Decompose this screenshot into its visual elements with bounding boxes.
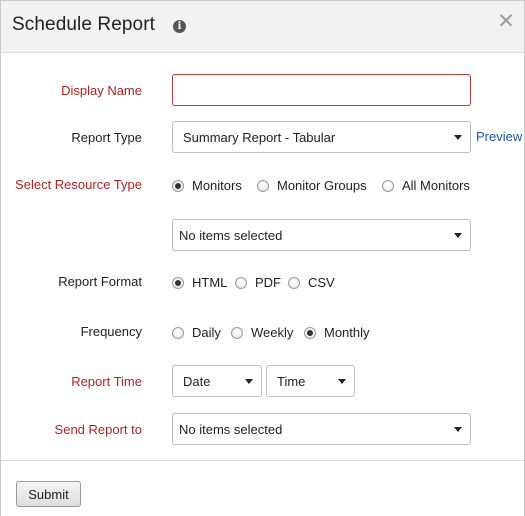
submit-button[interactable]: Submit: [16, 481, 81, 507]
chevron-down-icon: [245, 379, 253, 384]
radio-html-label: HTML: [192, 275, 228, 290]
display-name-input[interactable]: [172, 74, 471, 106]
preview-link[interactable]: Preview: [476, 129, 522, 144]
report-type-value: Summary Report - Tabular: [183, 130, 336, 145]
radio-monitor-groups[interactable]: [257, 180, 269, 192]
dialog-header: Schedule Report i ✕: [1, 1, 524, 53]
radio-monitors-label: Monitors: [192, 178, 242, 193]
resource-type-label: Select Resource Type: [15, 177, 142, 192]
chevron-down-icon: [454, 135, 462, 140]
radio-all-monitors[interactable]: [382, 180, 394, 192]
frequency-label: Frequency: [80, 324, 142, 339]
radio-daily-label: Daily: [192, 325, 221, 340]
report-type-label: Report Type: [71, 130, 142, 145]
radio-weekly-label: Weekly: [251, 325, 294, 340]
resource-select[interactable]: No items selected: [172, 219, 471, 251]
send-report-to-select[interactable]: No items selected: [172, 413, 471, 445]
send-report-to-label: Send Report to: [54, 422, 142, 437]
frequency-radio-group: Daily Weekly Monthly: [172, 325, 392, 345]
report-format-label: Report Format: [58, 274, 142, 289]
radio-pdf-label: PDF: [255, 275, 281, 290]
send-report-to-value: No items selected: [179, 422, 283, 437]
radio-monthly[interactable]: [304, 327, 316, 339]
time-select-value: Time: [277, 374, 306, 389]
date-select[interactable]: Date: [172, 365, 262, 397]
schedule-report-dialog: Schedule Report i ✕ Display Name Report …: [0, 0, 525, 516]
radio-csv-label: CSV: [308, 275, 335, 290]
dialog-footer: Submit: [1, 460, 524, 516]
radio-monitors[interactable]: [172, 180, 184, 192]
close-icon[interactable]: ✕: [497, 11, 515, 33]
report-time-label: Report Time: [71, 374, 142, 389]
radio-daily[interactable]: [172, 327, 184, 339]
radio-html[interactable]: [172, 277, 184, 289]
info-icon[interactable]: i: [173, 20, 186, 33]
time-select[interactable]: Time: [266, 365, 355, 397]
resource-type-radio-group: Monitors Monitor Groups All Monitors: [172, 178, 502, 198]
chevron-down-icon: [454, 427, 462, 432]
radio-monthly-label: Monthly: [324, 325, 370, 340]
display-name-label: Display Name: [61, 83, 142, 98]
report-type-select[interactable]: Summary Report - Tabular: [172, 121, 471, 153]
radio-pdf[interactable]: [235, 277, 247, 289]
chevron-down-icon: [454, 233, 462, 238]
radio-csv[interactable]: [288, 277, 300, 289]
radio-all-monitors-label: All Monitors: [402, 178, 470, 193]
radio-monitor-groups-label: Monitor Groups: [277, 178, 367, 193]
date-select-value: Date: [183, 374, 211, 389]
dialog-title: Schedule Report: [12, 14, 156, 35]
report-format-radio-group: HTML PDF CSV: [172, 275, 372, 295]
radio-weekly[interactable]: [231, 327, 243, 339]
chevron-down-icon: [338, 379, 346, 384]
resource-select-value: No items selected: [179, 228, 283, 243]
